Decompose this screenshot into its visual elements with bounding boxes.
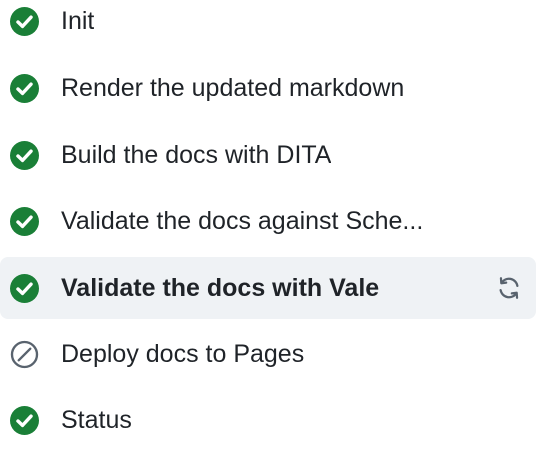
workflow-job-list: Init Render the updated markdown Build t… (0, 0, 536, 435)
job-row-build-docs[interactable]: Build the docs with DITA (0, 124, 536, 186)
job-label: Build the docs with DITA (61, 141, 332, 169)
job-label: Validate the docs with Vale (61, 274, 380, 302)
job-row-init[interactable]: Init (0, 0, 536, 52)
rerun-job-button[interactable] (494, 273, 524, 303)
sync-icon (495, 274, 523, 302)
check-circle-fill-icon (10, 405, 39, 435)
check-circle-fill-icon (10, 273, 39, 303)
job-row-status[interactable]: Status (0, 389, 536, 451)
job-label: Status (61, 406, 132, 434)
job-label: Deploy docs to Pages (61, 340, 305, 368)
job-row-validate-schema[interactable]: Validate the docs against Sche... (0, 190, 536, 252)
job-row-deploy-pages[interactable]: Deploy docs to Pages (0, 323, 536, 385)
check-circle-fill-icon (10, 73, 39, 103)
check-circle-fill-icon (10, 206, 39, 236)
check-circle-fill-icon (10, 140, 39, 170)
job-label: Init (61, 7, 95, 35)
job-label: Validate the docs against Sche... (61, 207, 424, 235)
check-circle-fill-icon (10, 6, 39, 36)
job-row-render-markdown[interactable]: Render the updated markdown (0, 57, 536, 119)
job-label: Render the updated markdown (61, 74, 405, 102)
skip-circle-icon (10, 340, 39, 369)
job-row-validate-vale[interactable]: Validate the docs with Vale (0, 257, 536, 319)
